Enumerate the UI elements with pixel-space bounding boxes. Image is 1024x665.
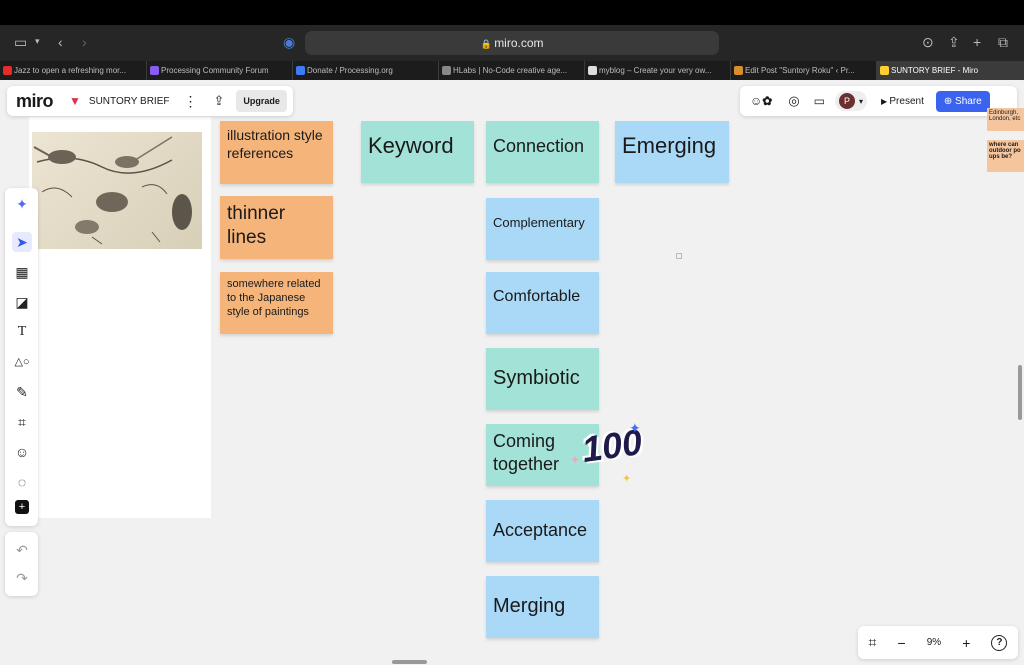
sparkle-icon: ✦: [629, 420, 641, 436]
tab-processing-forum[interactable]: Processing Community Forum: [147, 61, 293, 80]
processing-org-icon: [296, 66, 305, 75]
chevron-down-icon: ▾: [859, 96, 864, 106]
board-header: miro ▼ SUNTORY BRIEF ⋮ ⇪ Upgrade: [7, 86, 293, 116]
offscreen-note[interactable]: where can outdoor po ups be?: [987, 140, 1024, 172]
globe-icon: ⊕: [943, 95, 956, 107]
tab-overview-icon[interactable]: ⧉: [998, 34, 1008, 51]
sticky-note-complementary[interactable]: Complementary: [486, 198, 599, 260]
board-title[interactable]: SUNTORY BRIEF: [89, 96, 170, 107]
share-label: Share: [955, 95, 982, 107]
tab-label: Processing Community Forum: [161, 66, 269, 75]
video-icon[interactable]: ▭: [814, 94, 825, 108]
fit-to-screen-icon[interactable]: ⌗: [869, 634, 877, 651]
tab-label: myblog – Create your very ow...: [599, 66, 712, 75]
sparkle-icon: ✦: [570, 453, 581, 467]
wordpress-icon: [734, 66, 743, 75]
share-button[interactable]: ⊕ Share: [935, 90, 990, 112]
tab-jazz[interactable]: Jazz to open a refreshing mor...: [0, 61, 147, 80]
sticky-note-symbiotic[interactable]: Symbiotic: [486, 348, 599, 410]
undo-redo-panel: ↶ ↷: [5, 532, 38, 596]
sticky-note-orange[interactable]: somewhere related to the Japanese style …: [220, 272, 333, 334]
sticky-note-comfortable[interactable]: Comfortable: [486, 272, 599, 334]
ai-sparkle-icon[interactable]: ✦: [12, 194, 32, 214]
tab-hlabs[interactable]: HLabs | No-Code creative age...: [439, 61, 585, 80]
sticky-note-acceptance[interactable]: Acceptance: [486, 500, 599, 562]
pen-icon[interactable]: ✎: [12, 382, 32, 402]
sticky-note-connection[interactable]: Connection: [486, 121, 599, 183]
tab-edit-post[interactable]: Edit Post "Suntory Roku" ‹ Pr...: [731, 61, 877, 80]
miro-icon: [880, 66, 889, 75]
tab-donate[interactable]: Donate / Processing.org: [293, 61, 439, 80]
painting-sketch: [33, 136, 192, 245]
frame-icon[interactable]: ⌗: [12, 412, 32, 432]
back-icon[interactable]: ‹: [58, 34, 63, 50]
sticky-note-orange[interactable]: thinner lines: [220, 196, 333, 259]
export-icon[interactable]: ⇪: [213, 93, 224, 109]
share-icon[interactable]: ⇪: [948, 34, 960, 51]
board-icon: ▼: [69, 94, 81, 108]
zoom-out-icon[interactable]: −: [897, 635, 905, 651]
user-menu[interactable]: P ▾: [835, 91, 868, 111]
tab-label: Jazz to open a refreshing mor...: [14, 66, 127, 75]
undo-icon[interactable]: ↶: [12, 540, 32, 560]
tab-label: Donate / Processing.org: [307, 66, 393, 75]
browser-toolbar: ▭ ▾ ‹ › ◉ 🔒 miro.com ⊙ ⇪ + ⧉: [0, 25, 1024, 61]
url-text: miro.com: [494, 36, 544, 50]
present-label: Present: [889, 95, 924, 107]
chevron-down-icon[interactable]: ▾: [35, 36, 40, 47]
miro-logo[interactable]: miro: [16, 91, 54, 112]
collaboration-bar: ☺✿ ◎ ▭ P ▾ ▶ Present ⊕ Share: [740, 86, 1017, 116]
lock-icon: 🔒: [480, 39, 495, 49]
processing-icon: [150, 66, 159, 75]
vertical-scrollbar[interactable]: [1018, 365, 1022, 420]
youtube-icon: [3, 66, 12, 75]
redo-icon[interactable]: ↷: [12, 568, 32, 588]
tab-label: Edit Post "Suntory Roku" ‹ Pr...: [745, 66, 855, 75]
help-icon[interactable]: ?: [991, 634, 1008, 651]
system-top-bar: [0, 0, 1024, 25]
more-icon[interactable]: ⋮: [183, 93, 197, 110]
sticky-note-emerging[interactable]: Emerging: [615, 121, 729, 183]
address-bar[interactable]: 🔒 miro.com: [305, 31, 719, 55]
blog-icon: [588, 66, 597, 75]
chat-icon[interactable]: ◎: [788, 93, 799, 109]
sticky-note-orange[interactable]: illustration style references: [220, 121, 333, 184]
present-button[interactable]: ▶ Present: [873, 91, 932, 112]
sidebar-icon[interactable]: ▭: [14, 34, 27, 51]
tab-myblog[interactable]: myblog – Create your very ow...: [585, 61, 731, 80]
shapes-icon[interactable]: △○: [12, 352, 32, 372]
upgrade-button[interactable]: Upgrade: [236, 90, 287, 112]
new-tab-icon[interactable]: +: [973, 34, 981, 50]
reactions-icon[interactable]: ☺✿: [750, 94, 772, 108]
tab-label: HLabs | No-Code creative age...: [453, 66, 568, 75]
japanese-bird-painting[interactable]: [32, 132, 202, 249]
select-tool-icon[interactable]: ➤: [12, 232, 32, 252]
hlabs-icon: [442, 66, 451, 75]
zoom-in-icon[interactable]: +: [962, 635, 970, 651]
offscreen-note[interactable]: Edinburgh, London, etc: [987, 108, 1024, 131]
download-icon[interactable]: ⊙: [922, 34, 934, 51]
forward-icon[interactable]: ›: [82, 34, 87, 50]
sticky-note-merging[interactable]: Merging: [486, 576, 599, 638]
more-tools-icon[interactable]: +: [15, 500, 29, 514]
left-toolbar: ✦ ➤ ▦ ◪ T △○ ✎ ⌗ ☺ ◌ +: [5, 188, 38, 526]
selection-marker: [676, 253, 682, 259]
zoom-controls: ⌗ − 9% + ?: [858, 626, 1018, 659]
tab-miro[interactable]: SUNTORY BRIEF - Miro: [877, 61, 1024, 80]
sticky-note-icon[interactable]: ◪: [12, 292, 32, 312]
tab-label: SUNTORY BRIEF - Miro: [891, 66, 979, 75]
avatar: P: [839, 93, 855, 109]
templates-icon[interactable]: ▦: [12, 262, 32, 282]
sticky-note-keyword[interactable]: Keyword: [361, 121, 474, 183]
stickers-icon[interactable]: ☺: [12, 442, 32, 462]
sparkle-icon: ✦: [622, 473, 632, 485]
extension-icon[interactable]: ◉: [283, 34, 295, 51]
miro-canvas[interactable]: miro ▼ SUNTORY BRIEF ⋮ ⇪ Upgrade ☺✿ ◎ ▭ …: [0, 80, 1024, 665]
zoom-level[interactable]: 9%: [927, 637, 941, 648]
comment-icon[interactable]: ◌: [12, 472, 32, 492]
text-tool-icon[interactable]: T: [12, 322, 32, 342]
home-indicator: [392, 660, 427, 664]
tab-bar: Jazz to open a refreshing mor... Process…: [0, 61, 1024, 80]
